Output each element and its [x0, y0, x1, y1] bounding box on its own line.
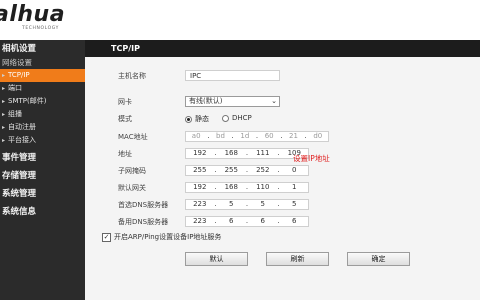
arp-ping-option[interactable]: ✓ 开启ARP/Ping设置设备IP地址服务 [102, 232, 221, 242]
ip-octet[interactable]: 6 [218, 216, 246, 227]
ip-octet[interactable]: 255 [186, 165, 214, 176]
logo-tagline: TECHNOLOGY [22, 26, 59, 31]
ip-octet[interactable]: 223 [186, 216, 214, 227]
mac-octet: 60 [264, 132, 274, 140]
chevron-down-icon: ⌄ [271, 97, 277, 105]
hostname-input[interactable]: IPC [185, 70, 280, 81]
sidebar-item-port[interactable]: ▸ 端口 [0, 82, 85, 95]
sidebar-item-label: TCP/IP [8, 71, 30, 79]
tab-bar: TCP/IP [85, 40, 480, 57]
mac-octet: 1d [240, 132, 250, 140]
sidebar-item-label: 平台接入 [8, 136, 37, 144]
nic-select-value: 有线(默认) [189, 97, 223, 105]
mode-label: 模式 [118, 115, 132, 123]
sidebar-cat-system[interactable]: 系统管理 [0, 187, 85, 201]
caret-right-icon: ▸ [2, 124, 6, 131]
sidebar-cat-info[interactable]: 系统信息 [0, 205, 85, 219]
dahua-logo: alhua [0, 2, 66, 27]
ip-octet[interactable]: 1 [281, 182, 309, 193]
sidebar-item-label: 端口 [8, 84, 23, 92]
ip-octet[interactable]: 6 [249, 216, 277, 227]
mac-label: MAC地址 [118, 133, 148, 141]
ip-octet[interactable]: 5 [281, 199, 309, 210]
ip-octet[interactable]: 223 [186, 199, 214, 210]
default-button[interactable]: 默认 [185, 252, 248, 266]
caret-right-icon: ▸ [2, 111, 6, 118]
nic-label: 网卡 [118, 98, 132, 106]
radio-selected-icon [185, 115, 192, 123]
sidebar-item-label: SMTP(邮件) [8, 97, 47, 105]
ip-octet[interactable]: 168 [218, 148, 246, 159]
radio-unselected-icon [222, 114, 229, 122]
ip-octet[interactable]: 5 [218, 199, 246, 210]
ip-octet[interactable]: 192 [186, 148, 214, 159]
ip-octet[interactable]: 111 [249, 148, 277, 159]
ip-octet[interactable]: 168 [218, 182, 246, 193]
dns1-label: 首选DNS服务器 [118, 201, 169, 209]
ip-octet[interactable]: 5 [249, 199, 277, 210]
dns2-label: 备用DNS服务器 [118, 218, 169, 226]
sidebar-cat-network[interactable]: 网络设置 [0, 56, 85, 69]
caret-right-icon: ▸ [2, 98, 6, 105]
sidebar-cat-camera[interactable]: 相机设置 [0, 42, 85, 56]
ip-octet[interactable]: 255 [218, 165, 246, 176]
ok-button[interactable]: 确定 [347, 252, 410, 266]
mode-dhcp-radio[interactable]: DHCP [222, 114, 252, 122]
sidebar-item-smtp[interactable]: ▸ SMTP(邮件) [0, 95, 85, 108]
sidebar: 相机设置 网络设置 ▸ TCP/IP ▸ 端口 ▸ SMTP(邮件) ▸ 组播 ▸ 自动注… [0, 40, 85, 300]
mac-octet: 21 [289, 132, 298, 140]
nic-select[interactable]: 有线(默认) ⌄ [185, 96, 280, 107]
tab-tcpip[interactable]: TCP/IP [97, 40, 154, 57]
mac-field: a0. bd. 1d. 60. 21. d0 [185, 131, 329, 142]
mode-static-radio[interactable]: 静态 [185, 114, 209, 124]
sidebar-item-label: 自动注册 [8, 123, 37, 131]
mode-static-label: 静态 [195, 115, 209, 123]
ip-address-field[interactable]: 192. 168. 111. 109 [185, 148, 309, 159]
sidebar-item-autoregister[interactable]: ▸ 自动注册 [0, 121, 85, 134]
gateway-label: 默认网关 [118, 184, 146, 192]
ip-octet[interactable]: 110 [249, 182, 277, 193]
sidebar-item-multicast[interactable]: ▸ 组播 [0, 108, 85, 121]
gateway-field[interactable]: 192. 168. 110. 1 [185, 182, 309, 193]
content-panel: TCP/IP 主机名称 IPC 网卡 有线(默认) ⌄ 模式 静态 DHCP M… [85, 40, 480, 300]
header: alhua TECHNOLOGY [0, 0, 480, 40]
checkbox-checked-icon[interactable]: ✓ [102, 232, 111, 242]
sidebar-item-label: 组播 [8, 110, 23, 118]
mac-octet: a0 [191, 132, 201, 140]
primary-dns-field[interactable]: 223. 5. 5. 5 [185, 199, 309, 210]
ip-octet[interactable]: 6 [281, 216, 309, 227]
hostname-label: 主机名称 [118, 72, 146, 80]
arp-ping-label: 开启ARP/Ping设置设备IP地址服务 [114, 233, 222, 241]
caret-right-icon: ▸ [2, 85, 6, 92]
mode-dhcp-label: DHCP [232, 114, 252, 122]
subnet-mask-field[interactable]: 255. 255. 252. 0 [185, 165, 309, 176]
secondary-dns-field[interactable]: 223. 6. 6. 6 [185, 216, 309, 227]
ip-octet[interactable]: 252 [249, 165, 277, 176]
subnet-label: 子网掩码 [118, 167, 146, 175]
refresh-button[interactable]: 刷新 [266, 252, 329, 266]
ip-octet[interactable]: 0 [281, 165, 309, 176]
caret-right-icon: ▸ [2, 72, 6, 79]
sidebar-item-tcpip[interactable]: ▸ TCP/IP [0, 69, 85, 82]
annotation-set-ip: 设置IP地址 [293, 154, 330, 163]
mac-octet: d0 [313, 132, 323, 140]
sidebar-cat-event[interactable]: 事件管理 [0, 151, 85, 165]
ip-octet[interactable]: 192 [186, 182, 214, 193]
sidebar-cat-storage[interactable]: 存储管理 [0, 169, 85, 183]
address-label: 地址 [118, 150, 132, 158]
sidebar-item-platform[interactable]: ▸ 平台接入 [0, 134, 85, 147]
mac-octet: bd [216, 132, 225, 140]
caret-right-icon: ▸ [2, 137, 6, 144]
